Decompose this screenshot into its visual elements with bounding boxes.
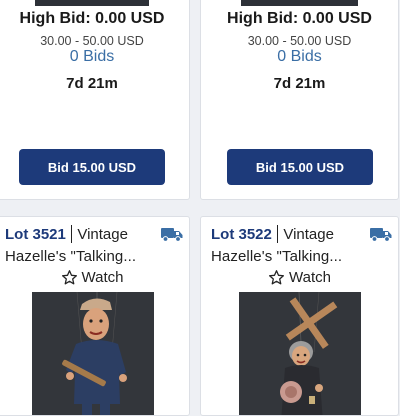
time-left-text: 7d 21m (66, 75, 118, 92)
lot-card: High Bid: 0.00 USD 30.00 - 50.00 USD 0 B… (200, 0, 399, 200)
bids-count-link[interactable]: 0 Bids (0, 48, 189, 66)
lot-header: Lot 3522 Vintage (211, 223, 392, 245)
lot-number-link[interactable]: Lot 3521 (5, 226, 66, 243)
high-bid-text: High Bid: 0.00 USD (227, 10, 372, 27)
truck-icon (370, 228, 392, 242)
divider (70, 225, 73, 243)
lot-title-link[interactable]: Hazelle's "Talking... (5, 248, 183, 265)
marionette-photo (239, 292, 361, 415)
lot-photo[interactable] (239, 292, 361, 415)
lot-card: Lot 3522 Vintage Hazelle's "Talking... W… (200, 216, 399, 416)
watch-button[interactable]: Watch (0, 269, 189, 286)
lot-photo[interactable] (241, 0, 358, 6)
estimate-text: 30.00 - 50.00 USD (40, 34, 144, 48)
marionette-photo (32, 292, 154, 415)
lot-number-link[interactable]: Lot 3522 (211, 226, 272, 243)
lot-header: Lot 3521 Vintage (5, 223, 183, 245)
lot-title-link[interactable]: Hazelle's "Talking... (211, 248, 392, 265)
lot-photo[interactable] (32, 292, 154, 415)
watch-label: Watch (289, 269, 331, 286)
lot-card: Lot 3521 Vintage Hazelle's "Talking... W… (0, 216, 190, 416)
watch-label: Watch (81, 269, 124, 286)
high-bid-text: High Bid: 0.00 USD (19, 10, 165, 27)
time-left-text: 7d 21m (273, 75, 326, 92)
bid-button[interactable]: Bid 15.00 USD (19, 149, 165, 185)
bids-count-link[interactable]: 0 Bids (201, 48, 398, 66)
lot-category: Vintage (283, 225, 334, 243)
lot-card: High Bid: 0.00 USD 30.00 - 50.00 USD 0 B… (0, 0, 190, 200)
watch-button[interactable]: Watch (201, 269, 398, 286)
lot-photo[interactable] (35, 0, 149, 6)
lot-category: Vintage (77, 225, 128, 243)
bid-button[interactable]: Bid 15.00 USD (227, 149, 373, 185)
estimate-text: 30.00 - 50.00 USD (247, 34, 352, 48)
divider (276, 225, 279, 243)
star-icon (61, 270, 77, 285)
star-icon (269, 270, 285, 285)
truck-icon (161, 228, 183, 242)
